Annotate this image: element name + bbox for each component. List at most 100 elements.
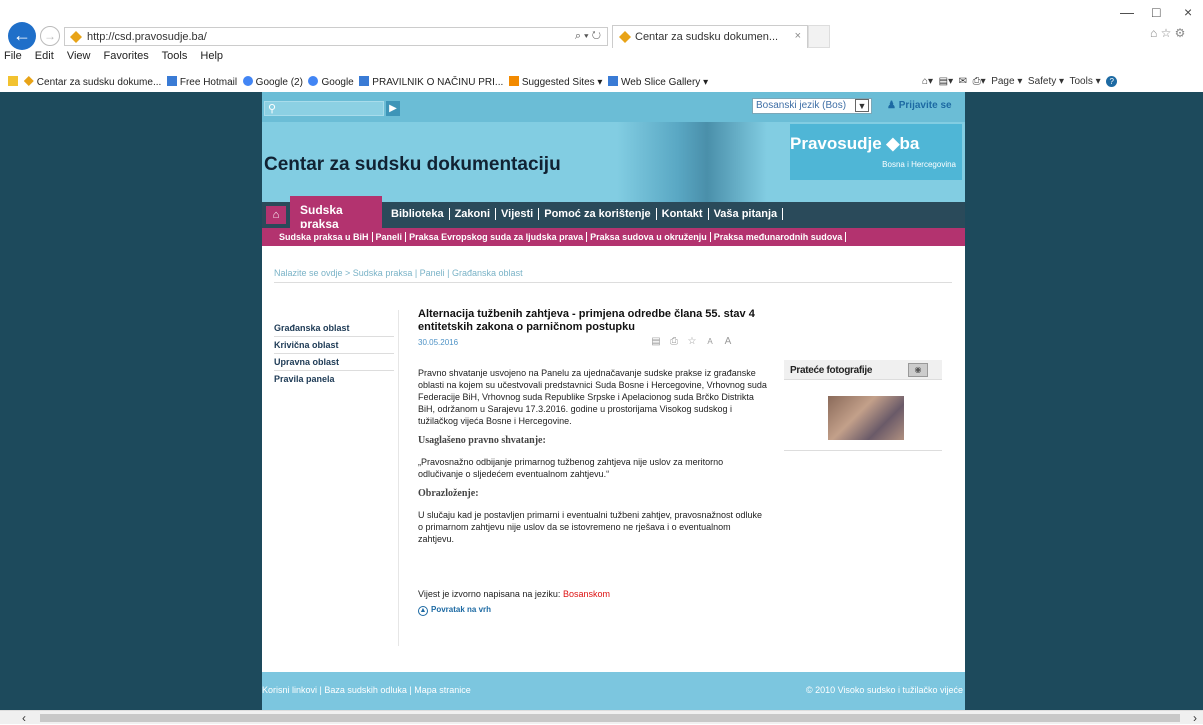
language-select[interactable]: Bosanski jezik (Bos) ▼ <box>752 98 872 114</box>
minimize-icon[interactable]: — <box>1120 4 1134 20</box>
language-value: Bosanski jezik (Bos) <box>756 100 847 111</box>
fav-suggested-icon <box>508 76 519 86</box>
left-nav-item[interactable]: Krivična oblast <box>274 337 394 354</box>
nav-items: Biblioteka Zakoni Vijesti Pomoć za korišten… <box>386 208 784 220</box>
camera-icon[interactable]: ◉ <box>908 363 928 377</box>
menu-edit[interactable]: Edit <box>35 50 54 62</box>
article-intro: Pravno shvatanje usvojeno na Panelu za u… <box>418 368 767 426</box>
forward-button[interactable]: → <box>40 26 60 46</box>
home-icon[interactable]: ⌂ <box>266 206 286 224</box>
site-title[interactable]: Centar za sudsku dokumentaciju <box>264 154 561 176</box>
cmd-page[interactable]: Page ▾ <box>991 76 1022 87</box>
article-tools: ▤ ⎙ ☆ A A <box>644 336 734 348</box>
favorites-bar: Centar za sudsku dokume... Free Hotmail … <box>8 76 708 88</box>
subnav-item[interactable]: Praksa međunarodnih sudova <box>710 232 847 242</box>
nav-zakoni[interactable]: Zakoni <box>449 208 497 220</box>
scroll-left-icon[interactable]: ‹ <box>22 711 26 725</box>
maximize-icon[interactable]: □ <box>1152 4 1160 20</box>
font-larger-icon[interactable]: A <box>722 336 734 348</box>
menu-view[interactable]: View <box>67 50 91 62</box>
tab-sudska-praksa[interactable]: Sudska praksa <box>290 196 382 231</box>
sub-nav: Sudska praksa u BiH Paneli Praksa Evropsko… <box>262 228 965 246</box>
article-heading: Usaglašeno pravno shvatanje: <box>418 435 546 446</box>
subnav-item[interactable]: Paneli <box>372 232 407 242</box>
fav-ie-icon <box>359 76 370 86</box>
left-nav-item[interactable]: Građanska oblast <box>274 320 394 337</box>
user-icon: ♟ <box>887 100 896 111</box>
back-button[interactable]: ← <box>8 22 36 50</box>
fav-item[interactable]: Web Slice Gallery ▾ <box>621 77 708 88</box>
fav-item[interactable]: Free Hotmail <box>180 77 237 88</box>
subnav-item[interactable]: Sudska praksa u BiH <box>276 232 373 242</box>
scroll-right-icon[interactable]: › <box>1193 711 1197 725</box>
fav-item[interactable]: PRAVILNIK O NAČINU PRI... <box>372 77 503 88</box>
home-icon[interactable]: ⌂▾ <box>922 76 933 87</box>
web-page: ⚲ ▶ Bosanski jezik (Bos) ▼ ♟ Prijavite s… <box>0 92 1203 710</box>
divider <box>398 310 399 646</box>
search-icon: ⚲ <box>268 103 277 115</box>
breadcrumb[interactable]: Nalazite se ovdje > Sudska praksa | Pane… <box>274 268 523 278</box>
fav-item[interactable]: Suggested Sites ▾ <box>522 77 603 88</box>
article-title: Alternacija tužbenih zahtjeva - primjena… <box>418 308 755 333</box>
scrollbar-thumb[interactable] <box>40 714 1180 722</box>
address-bar[interactable]: http://csd.pravosudje.ba/ ⌕ ▾ ↻ <box>64 27 608 46</box>
nav-vasa-pitanja[interactable]: Vaša pitanja <box>708 208 784 220</box>
brand-logo[interactable]: Pravosudje ◆ba Bosna i Hercegovina <box>790 124 962 180</box>
print-icon[interactable]: ⎙▾ <box>973 76 986 87</box>
nav-vijesti[interactable]: Vijesti <box>496 208 540 220</box>
nav-biblioteka[interactable]: Biblioteka <box>386 208 450 220</box>
cmd-safety[interactable]: Safety ▾ <box>1028 76 1064 87</box>
menu-favorites[interactable]: Favorites <box>104 50 149 62</box>
fav-google-icon <box>242 76 253 86</box>
article-heading: Obrazloženje: <box>418 488 479 499</box>
subnav-item[interactable]: Praksa sudova u okruženju <box>587 232 711 242</box>
content-area: Nalazite se ovdje > Sudska praksa | Pane… <box>262 246 965 672</box>
new-tab-button[interactable] <box>808 25 830 48</box>
mail-icon[interactable]: ✉ <box>959 76 967 87</box>
login-label: Prijavite se <box>898 100 952 111</box>
favorite-star-icon[interactable]: ☆ <box>686 336 698 348</box>
search-go-button[interactable]: ▶ <box>386 101 400 116</box>
login-link[interactable]: ♟ Prijavite se <box>887 100 952 111</box>
back-to-top-link[interactable]: ▲ Povratak na vrh <box>418 605 768 616</box>
chevron-down-icon[interactable]: ▼ <box>855 99 869 112</box>
tab-close-icon[interactable]: × <box>795 30 801 42</box>
fav-site-icon <box>23 76 34 86</box>
menu-tools[interactable]: Tools <box>162 50 188 62</box>
article-quote: „Pravosnažno odbijanje primarnog tužbeno… <box>418 457 724 479</box>
fav-item[interactable]: Google <box>321 77 353 88</box>
home-star-gear-icons[interactable]: ⌂ ☆ ⚙ <box>1150 26 1185 40</box>
search-refresh-icons[interactable]: ⌕ ▾ ↻ <box>575 30 601 43</box>
fav-item[interactable]: Google (2) <box>256 77 303 88</box>
brand-subtitle: Bosna i Hercegovina <box>882 160 956 169</box>
left-nav: Građanska oblast Krivična oblast Upravna… <box>274 320 394 388</box>
justice-statue-image <box>617 122 767 202</box>
print-view-icon[interactable]: ▤ <box>650 336 662 348</box>
command-bar: ⌂▾ ▤▾ ✉ ⎙▾ Page ▾ Safety ▾ Tools ▾ ? <box>922 76 1118 87</box>
nav-kontakt[interactable]: Kontakt <box>656 208 709 220</box>
help-icon[interactable]: ? <box>1106 76 1118 87</box>
print-icon[interactable]: ⎙ <box>668 336 680 348</box>
menu-file[interactable]: File <box>4 50 22 62</box>
main-nav: ⌂ Sudska praksa Biblioteka Zakoni Vijesti P… <box>262 196 965 231</box>
browser-tab[interactable]: Centar za sudsku dokumen... × <box>612 25 808 48</box>
site-footer: Korisni linkovi | Baza sudskih odluka | … <box>262 672 965 710</box>
cmd-tools[interactable]: Tools ▾ <box>1069 76 1100 87</box>
browser-chrome: ← → http://csd.pravosudje.ba/ ⌕ ▾ ↻ Cent… <box>0 0 1203 66</box>
menu-help[interactable]: Help <box>200 50 223 62</box>
lang-value: Bosanskom <box>562 589 610 599</box>
font-smaller-icon[interactable]: A <box>704 336 716 348</box>
fav-item[interactable]: Centar za sudsku dokume... <box>37 77 162 88</box>
nav-pomoc[interactable]: Pomoć za korištenje <box>539 208 657 220</box>
search-input[interactable]: ⚲ <box>264 101 384 116</box>
left-nav-item[interactable]: Pravila panela <box>274 371 394 388</box>
site-favicon-icon <box>70 31 82 43</box>
subnav-item[interactable]: Praksa Evropskog suda za ljudska prava <box>406 232 588 242</box>
photo-thumbnail[interactable] <box>828 396 904 440</box>
footer-links[interactable]: Korisni linkovi | Baza sudskih odluka | … <box>262 685 471 695</box>
close-window-icon[interactable]: × <box>1184 4 1192 20</box>
site-wrapper: ⚲ ▶ Bosanski jezik (Bos) ▼ ♟ Prijavite s… <box>262 92 965 710</box>
feeds-icon[interactable]: ▤▾ <box>939 76 953 87</box>
left-nav-item[interactable]: Upravna oblast <box>274 354 394 371</box>
horizontal-scrollbar[interactable]: ‹ › <box>0 710 1203 725</box>
